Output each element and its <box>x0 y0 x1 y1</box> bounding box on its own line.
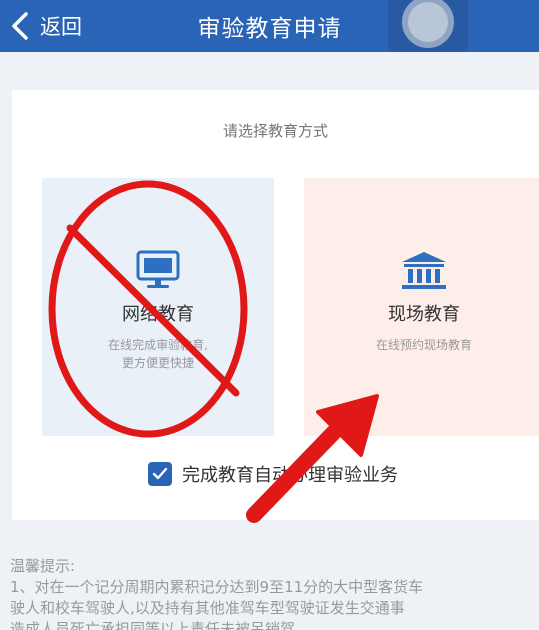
tips-title: 温馨提示: <box>10 557 76 575</box>
choose-method-prompt: 请选择教育方式 <box>222 122 328 140</box>
header-bar: 返回 审验教育申请 <box>0 0 539 52</box>
option-onsite-desc: 在线预约现场教育 <box>304 336 539 354</box>
auto-process-label: 完成教育自动办理审验业务 <box>182 465 398 486</box>
tips-line-3: 造成人员死亡承担同等以上责任未被吊销驾 <box>10 620 296 630</box>
option-online-desc-line-2: 更方便更快捷 <box>121 356 194 370</box>
option-online-name: 网络教育 <box>122 304 194 325</box>
floating-assist-button[interactable] <box>388 0 468 52</box>
option-online-desc-line-1: 在线完成审验教育, <box>108 338 208 352</box>
tips-line-2: 驶人和校车驾驶人,以及持有其他准驾车型驾驶证发生交通事 <box>10 599 405 617</box>
warm-tips: 温馨提示: 1、对在一个记分周期内累积记分达到9至11分的大中型客货车 驶人和校… <box>10 556 539 630</box>
option-onsite-name: 现场教育 <box>388 304 460 325</box>
option-online-desc: 在线完成审验教育, 更方便更快捷 <box>42 336 274 372</box>
education-card: 请选择教育方式 网络教育 在线完成审验教育, 更方便更快捷 现场教育 在线预约现… <box>12 90 539 520</box>
option-online-education[interactable]: 网络教育 在线完成审验教育, 更方便更快捷 <box>42 178 274 436</box>
checkbox-checked[interactable] <box>148 462 172 486</box>
checkmark-icon <box>152 467 168 480</box>
bank-building-icon <box>400 250 448 294</box>
monitor-icon <box>135 250 181 294</box>
assist-circle-icon <box>402 0 454 48</box>
tips-line-1: 1、对在一个记分周期内累积记分达到9至11分的大中型客货车 <box>10 578 424 596</box>
option-onsite-desc-line-1: 在线预约现场教育 <box>375 338 472 352</box>
option-onsite-education[interactable]: 现场教育 在线预约现场教育 <box>304 178 539 436</box>
auto-process-checkbox-row[interactable]: 完成教育自动办理审验业务 <box>148 460 398 488</box>
